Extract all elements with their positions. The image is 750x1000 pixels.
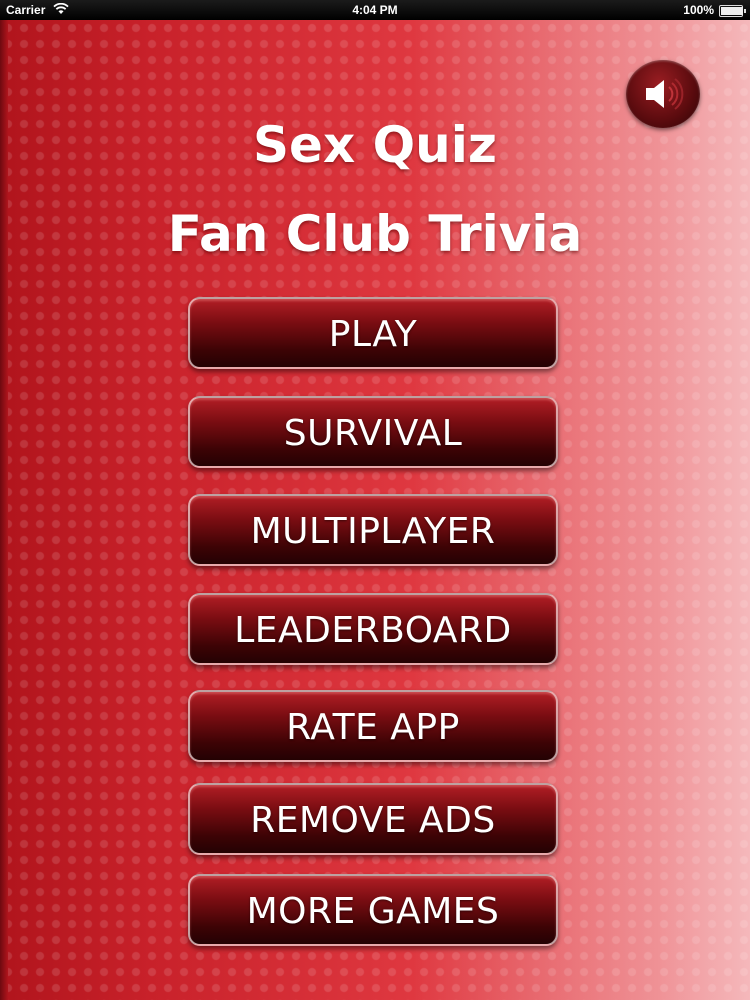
battery-percentage: 100%	[683, 3, 714, 17]
multiplayer-button[interactable]: MULTIPLAYER	[188, 494, 558, 566]
survival-button[interactable]: SURVIVAL	[188, 396, 558, 468]
status-bar: Carrier 4:04 PM 100%	[0, 0, 750, 20]
speaker-icon	[646, 78, 684, 110]
rate-app-button[interactable]: RATE APP	[188, 690, 558, 762]
more-games-button[interactable]: MORE GAMES	[188, 874, 558, 946]
leaderboard-button[interactable]: LEADERBOARD	[188, 593, 558, 665]
app-subtitle: Fan Club Trivia	[167, 205, 583, 263]
status-time: 4:04 PM	[352, 3, 398, 17]
play-button[interactable]: PLAY	[188, 297, 558, 369]
app-title: Sex Quiz	[253, 116, 497, 174]
battery-icon	[719, 5, 746, 17]
remove-ads-button[interactable]: REMOVE ADS	[188, 783, 558, 855]
